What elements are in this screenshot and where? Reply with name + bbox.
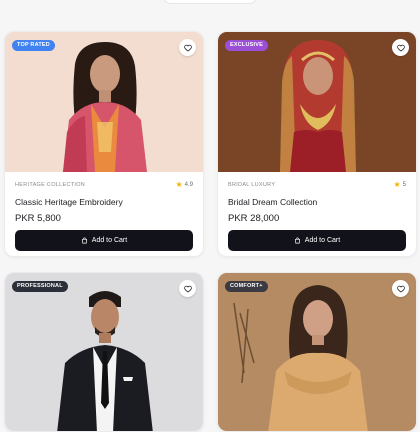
product-image[interactable] [218,32,416,172]
shopping-bag-icon [294,237,300,244]
add-to-cart-label: Add to Cart [304,237,341,244]
product-card-comfort[interactable]: COMFORT+ [217,272,417,432]
add-to-cart-button[interactable]: Add to Cart [228,230,406,251]
top-filter-pill[interactable] [162,0,258,4]
badge-top-rated: TOP RATED [12,40,55,51]
product-info: HERITAGE COLLECTION ★ 4.9 Classic Herita… [5,172,203,256]
product-category: HERITAGE COLLECTION [15,182,86,188]
product-photo-bride-red-lehenga [218,32,416,172]
star-icon: ★ [393,180,401,189]
favorite-button[interactable] [392,280,409,297]
product-name[interactable]: Bridal Dream Collection [228,197,317,207]
favorite-button[interactable] [179,39,196,56]
favorite-button[interactable] [392,39,409,56]
product-price: PKR 28,000 [228,213,280,224]
rating-value: 5 [402,182,406,188]
product-image[interactable] [218,273,416,431]
product-card-heritage[interactable]: TOP RATED HERITAGE COLLECTION ★ 4.9 Clas… [4,31,204,257]
product-image[interactable] [5,273,203,431]
star-icon: ★ [175,180,183,189]
product-rating: ★ 4.9 [175,181,193,189]
product-photo-woman-pink-kurta [5,32,203,172]
product-image[interactable] [5,32,203,172]
badge-professional: PROFESSIONAL [12,281,68,292]
add-to-cart-button[interactable]: Add to Cart [15,230,193,251]
product-info: BRIDAL LUXURY ★ 5 Bridal Dream Collectio… [218,172,416,256]
favorite-button[interactable] [179,280,196,297]
product-photo-woman-beige-shawl [218,273,416,431]
product-category: BRIDAL LUXURY [228,182,276,188]
heart-icon [396,44,405,51]
badge-comfort: COMFORT+ [225,281,268,292]
rating-value: 4.9 [184,182,193,188]
badge-exclusive: EXCLUSIVE [225,40,268,51]
product-photo-man-suit [5,273,203,431]
shopping-bag-icon [81,237,87,244]
heart-icon [183,285,192,292]
product-card-professional[interactable]: PROFESSIONAL [4,272,204,432]
heart-icon [183,44,192,51]
add-to-cart-label: Add to Cart [91,237,128,244]
heart-icon [396,285,405,292]
product-rating: ★ 5 [393,181,406,189]
product-card-bridal[interactable]: EXCLUSIVE BRIDAL LUXURY ★ 5 Bridal Dream… [217,31,417,257]
product-price: PKR 5,800 [15,213,61,224]
product-name[interactable]: Classic Heritage Embroidery [15,197,123,207]
